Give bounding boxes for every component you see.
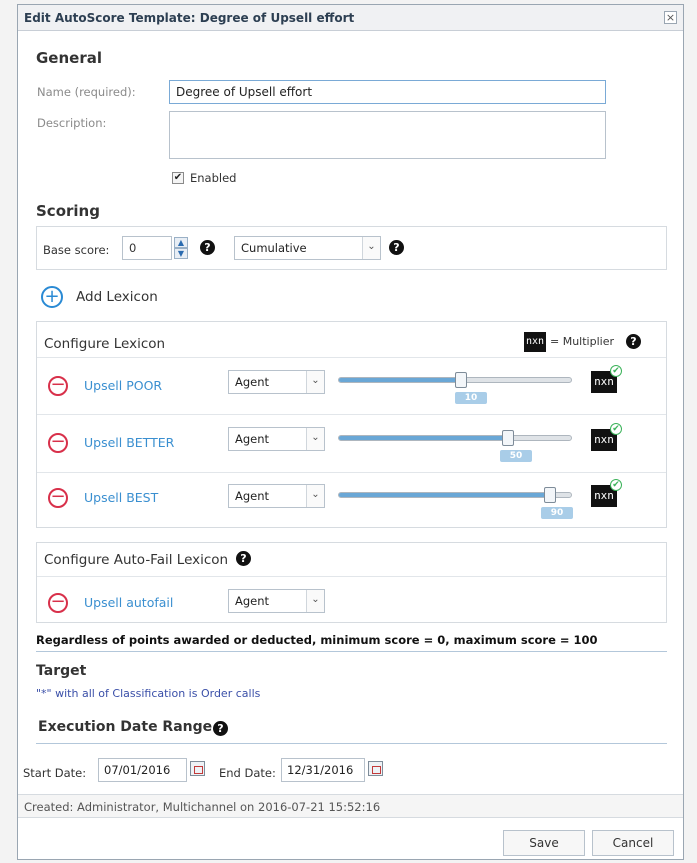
created-info: Created: Administrator, Multichannel on … — [24, 800, 381, 814]
chevron-down-icon[interactable]: ⌄ — [306, 371, 324, 393]
slider-thumb[interactable] — [502, 430, 514, 446]
chevron-down-icon[interactable]: ⌄ — [306, 590, 324, 612]
name-input[interactable]: Degree of Upsell effort — [169, 80, 606, 104]
scoring-mode-select[interactable]: Cumulative ⌄ — [234, 236, 381, 260]
score-range-note: Regardless of points awarded or deducted… — [36, 633, 598, 647]
chevron-down-icon[interactable]: ⌄ — [306, 485, 324, 507]
speaker-value: Agent — [235, 432, 270, 446]
remove-autofail-icon[interactable]: − — [48, 593, 68, 613]
scoring-mode-help-icon[interactable]: ? — [389, 240, 404, 255]
stepper-up-icon[interactable]: ▲ — [174, 237, 188, 248]
name-label: Name (required): — [37, 85, 136, 99]
speaker-select[interactable]: Agent ⌄ — [228, 427, 325, 451]
stepper-down-icon[interactable]: ▼ — [174, 248, 188, 259]
end-date-input[interactable]: 12/31/2016 — [281, 758, 365, 782]
enabled-label: Enabled — [190, 171, 237, 185]
scoring-mode-value: Cumulative — [241, 241, 307, 255]
description-label: Description: — [37, 116, 107, 130]
scoring-box: Base score: 0 ▲ ▼ ? Cumulative ⌄ ? — [36, 226, 667, 270]
check-icon: ✔ — [610, 423, 622, 435]
target-heading: Target — [36, 663, 87, 679]
dialog-title: Edit AutoScore Template: Degree of Upsel… — [24, 11, 355, 25]
base-score-label: Base score: — [43, 243, 110, 257]
section-rule — [36, 651, 667, 652]
check-icon: ✔ — [610, 365, 622, 377]
slider-fill — [339, 378, 462, 382]
autofail-heading: Configure Auto-Fail Lexicon — [44, 552, 229, 568]
configure-lexicon-box: Configure Lexicon nxn = Multiplier ? − U… — [36, 321, 667, 528]
target-text: "*" with all of Classification is Order … — [36, 687, 261, 700]
slider-thumb[interactable] — [455, 372, 467, 388]
multiplier-help-icon[interactable]: ? — [626, 334, 641, 349]
save-button[interactable]: Save — [503, 830, 585, 856]
autofail-name-link[interactable]: Upsell autofail — [84, 595, 173, 610]
configure-lexicon-heading: Configure Lexicon — [44, 336, 166, 352]
base-score-stepper[interactable]: ▲ ▼ — [174, 237, 188, 259]
speaker-value: Agent — [235, 489, 270, 503]
lexicon-name-link[interactable]: Upsell BETTER — [84, 435, 174, 450]
general-heading: General — [36, 49, 102, 67]
scoring-heading: Scoring — [36, 202, 100, 220]
autoscore-dialog: Edit AutoScore Template: Degree of Upsel… — [17, 4, 684, 860]
autofail-box: Configure Auto-Fail Lexicon ? − Upsell a… — [36, 542, 667, 623]
execution-heading: Execution Date Range — [38, 719, 213, 735]
chevron-down-icon[interactable]: ⌄ — [362, 237, 380, 259]
multiplier-label: = Multiplier — [550, 335, 614, 348]
slider-value-badge: 50 — [500, 450, 532, 462]
description-input[interactable] — [169, 111, 606, 159]
start-date-label: Start Date: — [23, 766, 87, 780]
lexicon-divider — [37, 472, 666, 473]
remove-lexicon-icon[interactable]: − — [48, 376, 68, 396]
score-slider[interactable] — [338, 435, 572, 441]
calendar-icon[interactable] — [190, 761, 205, 776]
lexicon-divider — [37, 414, 666, 415]
speaker-select[interactable]: Agent ⌄ — [228, 370, 325, 394]
enabled-checkbox[interactable]: ✔ — [172, 172, 184, 184]
footer-bar: Created: Administrator, Multichannel on … — [18, 794, 683, 818]
add-lexicon-label[interactable]: Add Lexicon — [76, 289, 158, 305]
multiplier-icon: nxn — [524, 332, 546, 352]
close-icon[interactable]: × — [664, 11, 677, 24]
lexicon-name-link[interactable]: Upsell POOR — [84, 378, 162, 393]
check-icon: ✔ — [610, 479, 622, 491]
chevron-down-icon[interactable]: ⌄ — [306, 428, 324, 450]
base-score-input[interactable]: 0 — [122, 236, 172, 260]
calendar-icon[interactable] — [368, 761, 383, 776]
base-score-help-icon[interactable]: ? — [200, 240, 215, 255]
remove-lexicon-icon[interactable]: − — [48, 488, 68, 508]
lexicon-name-link[interactable]: Upsell BEST — [84, 490, 158, 505]
autofail-divider — [37, 576, 666, 577]
speaker-select[interactable]: Agent ⌄ — [228, 484, 325, 508]
slider-fill — [339, 493, 553, 497]
dialog-titlebar: Edit AutoScore Template: Degree of Upsel… — [18, 5, 683, 31]
slider-value-badge: 90 — [541, 507, 573, 519]
end-date-label: End Date: — [219, 766, 276, 780]
autofail-help-icon[interactable]: ? — [236, 551, 251, 566]
start-date-input[interactable]: 07/01/2016 — [98, 758, 187, 782]
slider-fill — [339, 436, 511, 440]
add-lexicon-icon[interactable]: + — [41, 286, 63, 308]
score-slider[interactable] — [338, 492, 572, 498]
execution-help-icon[interactable]: ? — [213, 721, 228, 736]
section-rule — [36, 743, 667, 744]
autofail-speaker-select[interactable]: Agent ⌄ — [228, 589, 325, 613]
cancel-button[interactable]: Cancel — [592, 830, 674, 856]
remove-lexicon-icon[interactable]: − — [48, 433, 68, 453]
lexicon-divider — [37, 357, 666, 358]
slider-value-badge: 10 — [455, 392, 487, 404]
speaker-value: Agent — [235, 375, 270, 389]
autofail-speaker-value: Agent — [235, 594, 270, 608]
slider-thumb[interactable] — [544, 487, 556, 503]
